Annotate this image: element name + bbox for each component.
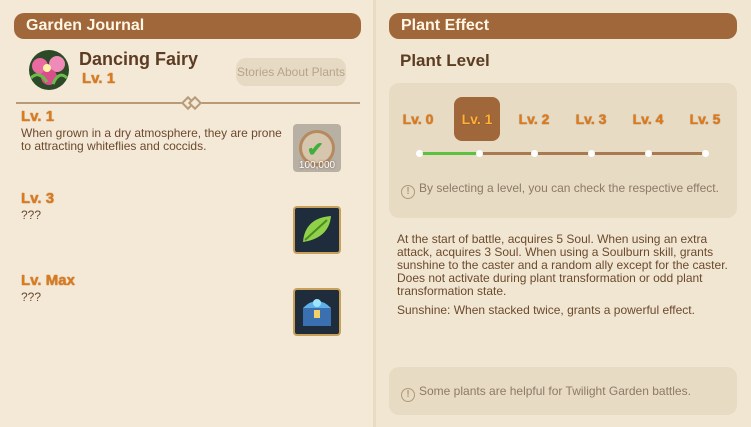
level-tab-5[interactable]: Lv. 5 [682, 97, 728, 141]
plant-effect-panel: Plant Effect Plant Level Lv. 0 Lv. 1 Lv.… [376, 0, 751, 427]
level-dot [588, 150, 595, 157]
reward-chest[interactable] [293, 288, 341, 336]
journal-entry-desc: ??? [21, 290, 42, 304]
level-dot [531, 150, 538, 157]
plant-current-level: Lv. 1 [82, 70, 116, 87]
reward-leaf[interactable] [293, 206, 341, 254]
level-tab-1[interactable]: Lv. 1 [454, 97, 500, 141]
checkmark-icon: ✔ [307, 139, 324, 161]
plant-effect-header: Plant Effect [389, 13, 737, 39]
info-icon: ! [401, 388, 415, 402]
reward-count: 100,000 [298, 160, 336, 171]
plant-effect-description: At the start of battle, acquires 5 Soul.… [397, 232, 728, 298]
level-dot [476, 150, 483, 157]
tip-box: ! Some plants are helpful for Twilight Ga… [389, 367, 737, 415]
journal-entry-title: Lv. 3 [21, 190, 55, 207]
journal-entry-desc: When grown in a dry atmosphere, they are… [21, 126, 282, 153]
tip-line: ! Some plants are helpful for Twilight Ga… [401, 384, 691, 402]
sunshine-description: Sunshine: When stacked twice, grants a p… [397, 303, 695, 317]
stories-about-plants-button[interactable]: Stories About Plants [236, 58, 346, 86]
level-progress-fill [419, 152, 480, 155]
level-dot [702, 150, 709, 157]
journal-entry-title: Lv. 1 [21, 108, 55, 125]
tip-text: Some plants are helpful for Twilight Gar… [419, 384, 691, 398]
info-icon: ! [401, 185, 415, 199]
plant-level-title: Plant Level [400, 51, 490, 70]
plant-name: Dancing Fairy [79, 49, 199, 69]
level-tab-3[interactable]: Lv. 3 [568, 97, 614, 141]
level-tab-4[interactable]: Lv. 4 [625, 97, 671, 141]
journal-entry-title: Lv. Max [21, 272, 75, 289]
dancing-fairy-flower-icon [27, 48, 71, 92]
garden-journal-header: Garden Journal [14, 13, 361, 39]
level-dot [645, 150, 652, 157]
level-selector: Lv. 0 Lv. 1 Lv. 2 Lv. 3 Lv. 4 Lv. 5 ! By … [389, 83, 737, 218]
level-hint: ! By selecting a level, you can check the… [401, 181, 719, 199]
treasure-chest-icon [303, 299, 331, 326]
reward-claimed-gold[interactable]: ✔ 100,000 [293, 124, 341, 172]
level-dot [416, 150, 423, 157]
level-tab-0[interactable]: Lv. 0 [395, 97, 441, 141]
garden-journal-panel: Garden Journal Dancing Fairy Lv. 1 Stori… [0, 0, 374, 427]
level-tab-2[interactable]: Lv. 2 [511, 97, 557, 141]
journal-entry-desc: ??? [21, 208, 42, 222]
leaf-icon [303, 216, 331, 242]
level-hint-text: By selecting a level, you can check the … [419, 181, 719, 195]
